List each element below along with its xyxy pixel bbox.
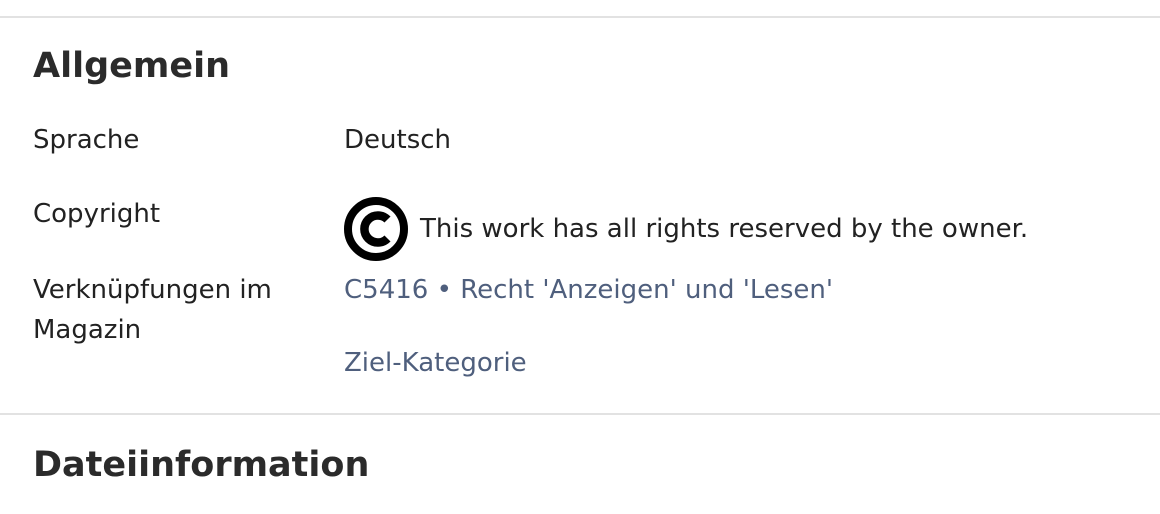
copyright-icon [344,197,408,261]
section-title-file-info: Dateiinformation [33,445,370,485]
language-label: Sprache [33,125,140,155]
copyright-value: This work has all rights reserved by the… [344,197,1028,261]
copyright-label: Copyright [33,199,161,229]
section-divider [0,413,1160,415]
link-c5416-rights[interactable]: C5416 • Recht 'Anzeigen' und 'Lesen' [344,270,833,310]
copyright-text: This work has all rights reserved by the… [420,214,1029,244]
link-target-category[interactable]: Ziel-Kategorie [344,343,527,383]
section-title-general: Allgemein [33,46,230,86]
language-value: Deutsch [344,125,452,155]
section-divider-top [0,16,1160,18]
magazine-links-label: Verknüpfungen im Magazin [33,275,272,345]
